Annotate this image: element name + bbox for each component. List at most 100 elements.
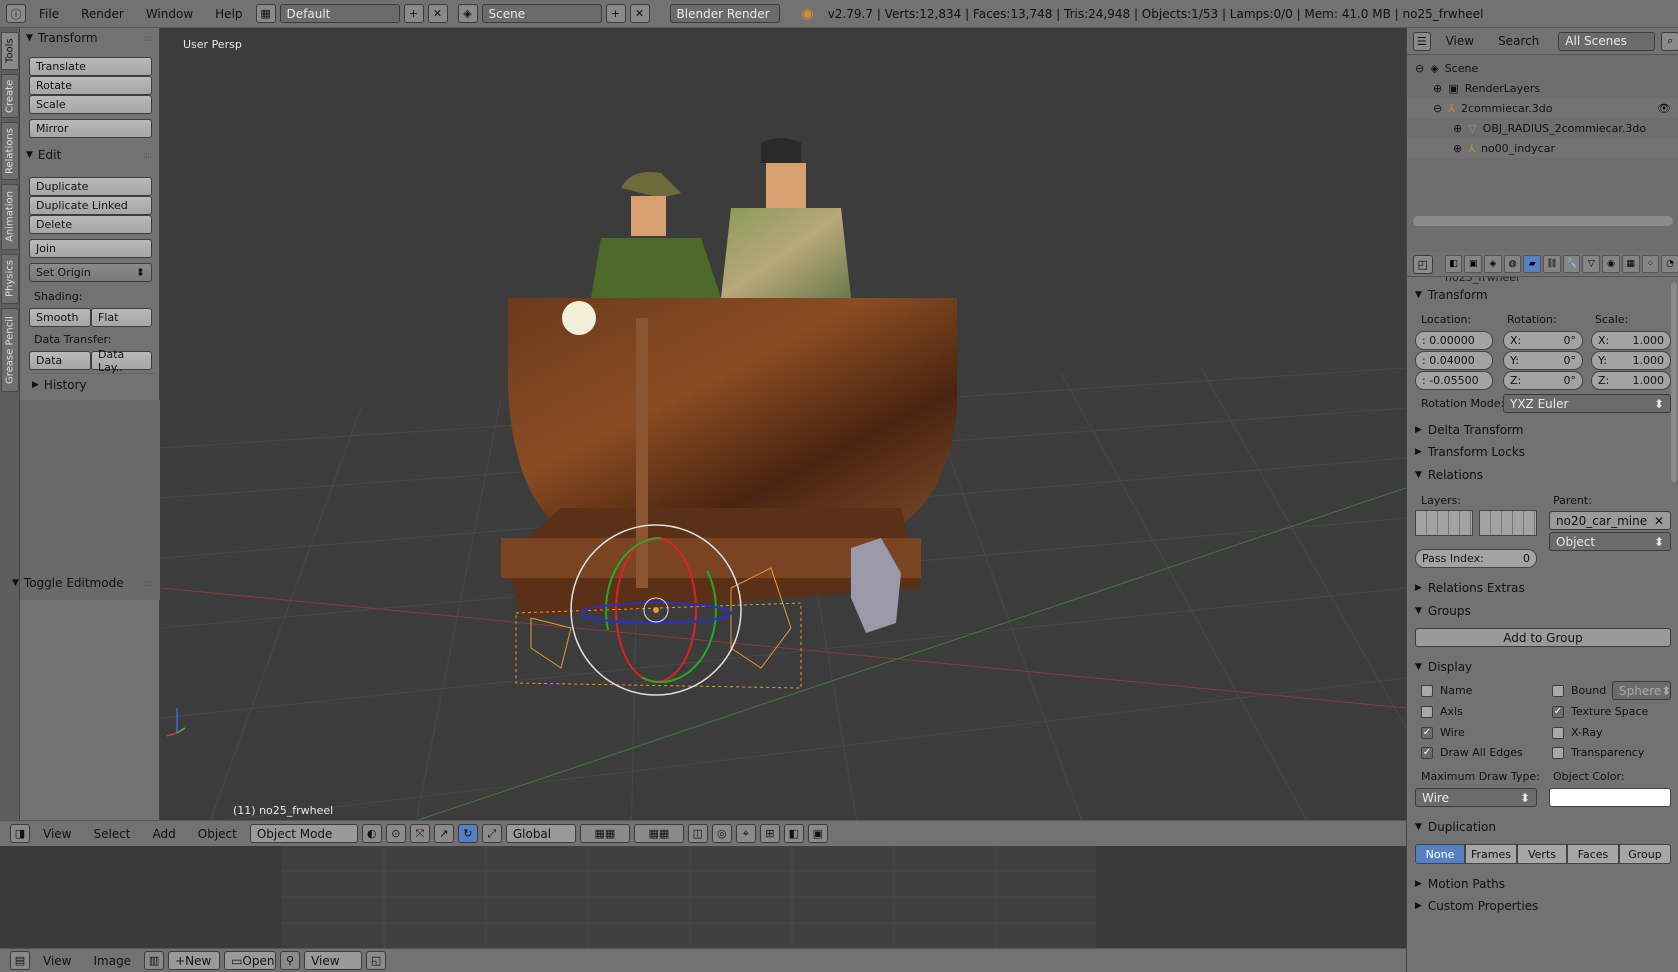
expand-icon[interactable]: ⊖ [1433,102,1442,115]
display-mode-dropdown[interactable]: All Scenes [1558,31,1656,51]
display-section-header[interactable]: ▼ Display [1415,656,1671,678]
checkbox-box[interactable] [1552,746,1564,759]
flat-button[interactable]: Flat [91,308,152,327]
render-icon[interactable]: ◧ [783,824,804,843]
relations-section-header[interactable]: ▼ Relations [1415,464,1671,486]
particles-tab-icon[interactable]: ⁘ [1641,255,1660,273]
menu-help[interactable]: Help [206,7,251,21]
duplication-section-header[interactable]: ▼ Duplication [1415,816,1671,838]
menu-render[interactable]: Render [72,7,133,21]
data-button[interactable]: Data [29,351,91,370]
rotate-button[interactable]: Rotate [29,76,152,95]
layers-grid-a[interactable] [1415,510,1473,536]
duplication-none-button[interactable]: None [1415,844,1465,864]
checkmark-icon[interactable]: ✓ [1421,726,1433,739]
location-x-field[interactable]: : 0.00000 [1415,331,1493,350]
layers-grid-icon-2[interactable]: ▦▦ [633,824,684,843]
object-name-field[interactable]: no25_frwheel [1445,277,1519,284]
scene-field[interactable]: Scene [481,4,602,23]
checkmark-icon[interactable]: ✓ [1421,746,1433,759]
rotation-y-field[interactable]: Y: 0° [1503,351,1583,370]
scale-manipulator-icon[interactable]: ⤢ [481,824,502,843]
pivot-point-icon[interactable]: ⊙ [385,824,406,843]
xray-checkbox[interactable]: X-Ray [1552,726,1603,739]
pass-index-field[interactable]: Pass Index: 0 [1415,549,1537,568]
properties-scrollbar[interactable] [1671,282,1677,482]
render-animation-icon[interactable]: ▣ [807,824,828,843]
outliner-row-scene[interactable]: ⊖ ◈ Scene [1407,58,1678,78]
transform-orientation-dropdown[interactable]: Global [505,824,576,843]
checkbox-box[interactable] [1552,726,1564,739]
tab-physics[interactable]: Physics [1,254,19,304]
rotation-x-field[interactable]: X: 0° [1503,331,1583,350]
scale-z-field[interactable]: Z: 1.000 [1591,371,1671,390]
expand-icon[interactable]: ⊖ [1415,62,1424,75]
duplicate-linked-button[interactable]: Duplicate Linked [29,196,152,215]
menu-window[interactable]: Window [137,7,202,21]
layers-grid-b[interactable] [1479,510,1537,536]
menu-search[interactable]: Search [1489,34,1548,48]
transform-locks-section-header[interactable]: ▶ Transform Locks [1415,441,1671,463]
constraints-tab-icon[interactable]: ⛓ [1543,255,1561,273]
menu-object[interactable]: Object [189,827,246,841]
bound-checkbox[interactable]: Bound [1552,684,1606,697]
pin-icon[interactable]: ⚲ [280,951,301,970]
parent-type-dropdown[interactable]: Object ⬍ [1549,532,1671,551]
axis-checkbox[interactable]: Axis [1421,705,1463,718]
info-editor-icon[interactable]: ⓘ [6,4,26,23]
object-color-swatch[interactable] [1549,788,1671,807]
add-layout-icon[interactable]: + [403,4,424,23]
checkbox-box[interactable] [1421,705,1433,718]
data-layout-button[interactable]: Data Lay.. [91,348,152,374]
add-to-group-button[interactable]: Add to Group [1415,628,1671,647]
tab-grease-pencil[interactable]: Grease Pencil [1,308,19,392]
duplication-frames-button[interactable]: Frames [1465,844,1517,864]
scale-y-field[interactable]: Y: 1.000 [1591,351,1671,370]
duplication-group-button[interactable]: Group [1619,844,1671,864]
screen-layout-icon[interactable]: ▦ [255,4,276,23]
transform-panel-header[interactable]: ▼ Transform [26,31,98,45]
snap-icon[interactable]: ⌖ [735,824,756,843]
menu-view[interactable]: View [34,954,80,968]
remove-layout-icon[interactable]: ✕ [427,4,448,23]
smooth-button[interactable]: Smooth [29,308,91,327]
renderlayers-tab-icon[interactable]: ▣ [1464,255,1483,273]
snap-element-icon[interactable]: ⊞ [759,824,780,843]
rotation-mode-dropdown[interactable]: YXZ Euler ⬍ [1503,394,1671,413]
texture-tab-icon[interactable]: ▦ [1621,255,1640,273]
3d-viewport[interactable] [161,28,1406,846]
clear-parent-icon[interactable]: ✕ [1654,514,1664,528]
draw-all-edges-checkbox[interactable]: ✓ Draw All Edges [1421,746,1523,759]
scale-x-field[interactable]: X: 1.000 [1591,331,1671,350]
rotation-z-field[interactable]: Z: 0° [1503,371,1583,390]
view-mode-dropdown[interactable]: View [304,951,363,970]
mode-dropdown[interactable]: Object Mode [249,824,358,843]
parent-field[interactable]: no20_car_mine ✕ [1549,511,1671,530]
history-panel-header[interactable]: ▶ History [32,373,156,392]
viewport-shading-icon[interactable]: ◐ [361,824,382,843]
set-origin-dropdown[interactable]: Set Origin ⬍ [29,263,152,282]
render-engine-dropdown[interactable]: Blender Render [669,4,780,23]
expand-icon[interactable]: ⊕ [1453,142,1462,155]
menu-add[interactable]: Add [144,827,185,841]
capture-icon[interactable]: ◱ [366,951,387,970]
name-checkbox[interactable]: Name [1421,684,1472,697]
translate-manipulator-icon[interactable]: ↗ [433,824,454,843]
relations-extras-section-header[interactable]: ▶ Relations Extras [1415,577,1671,599]
tab-relations[interactable]: Relations [1,122,19,180]
transparency-checkbox[interactable]: Transparency [1552,746,1644,759]
menu-select[interactable]: Select [84,827,139,841]
menu-file[interactable]: File [30,7,68,21]
outliner-scrollbar[interactable] [1413,216,1673,226]
editor-type-icon[interactable]: ◨ [10,824,30,843]
panel-grip-icon[interactable]: :::: [143,151,152,161]
menu-view[interactable]: View [1437,34,1483,48]
join-button[interactable]: Join [29,239,152,258]
browse-image-icon[interactable]: ▥ [144,951,165,970]
location-y-field[interactable]: : 0.04000 [1415,351,1493,370]
custom-properties-section-header[interactable]: ▶ Custom Properties [1415,895,1671,917]
groups-section-header[interactable]: ▼ Groups [1415,600,1671,622]
checkbox-box[interactable] [1421,684,1433,697]
new-image-button[interactable]: + New [168,951,221,970]
physics-tab-icon[interactable]: ◔ [1661,255,1678,273]
